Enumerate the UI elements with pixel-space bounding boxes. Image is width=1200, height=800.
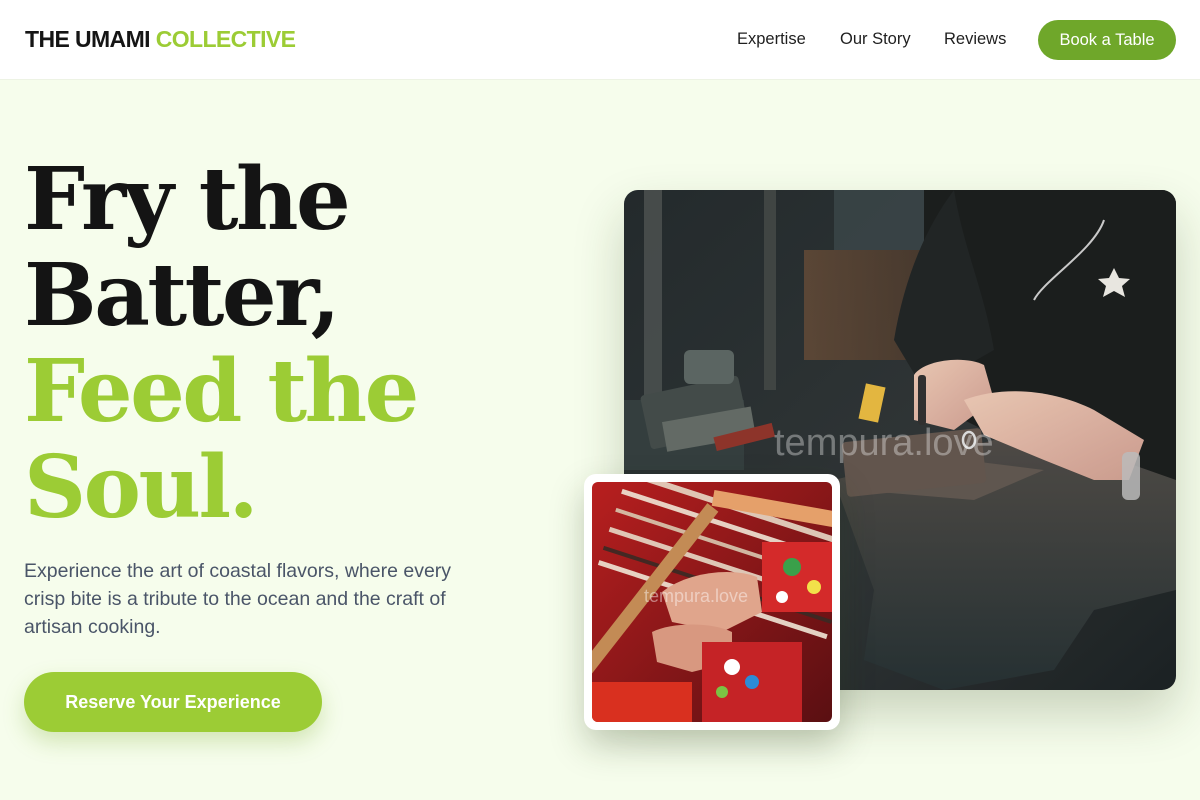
hero-title-accent-line: Feed the (24, 341, 419, 442)
site-header: THE UMAMI COLLECTIVE Expertise Our Story… (0, 0, 1200, 80)
nav-link-expertise[interactable]: Expertise (737, 30, 806, 49)
logo-primary: THE UMAMI (25, 26, 151, 52)
nav-link-reviews[interactable]: Reviews (944, 30, 1006, 49)
book-table-button[interactable]: Book a Table (1038, 20, 1176, 60)
logo-accent: COLLECTIVE (155, 26, 296, 52)
weaving-image-card: tempura.love (584, 474, 840, 730)
hero-title-line: Fry the (24, 149, 351, 250)
nav-link-our-story[interactable]: Our Story (840, 30, 911, 49)
hero-title-line: Batter, (24, 245, 341, 346)
weaving-image (592, 482, 832, 722)
hero-title: Fry the Batter, Feed the Soul. (24, 152, 584, 536)
logo[interactable]: THE UMAMI COLLECTIVE (25, 26, 296, 53)
hero-title-accent-line: Soul. (24, 437, 259, 538)
hero-description: Experience the art of coastal flavors, w… (24, 560, 452, 638)
weaving-photo (592, 482, 832, 722)
reserve-experience-button[interactable]: Reserve Your Experience (24, 672, 322, 732)
